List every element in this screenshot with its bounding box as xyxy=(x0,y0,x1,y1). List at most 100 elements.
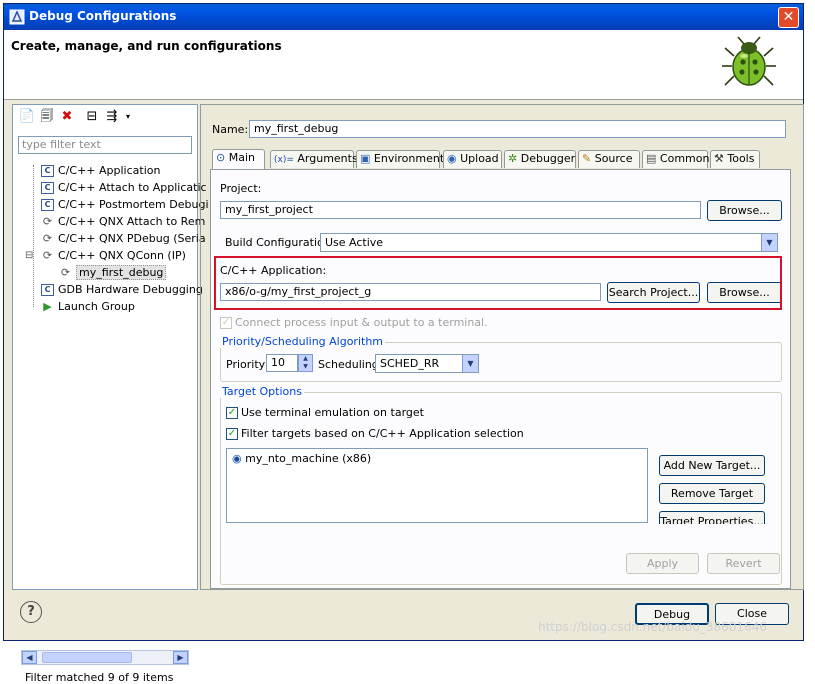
connect-terminal-checkbox: ✓ Connect process input & output to a ter… xyxy=(220,316,488,329)
title-bar: Debug Configurations ✕ xyxy=(4,4,803,30)
main-tab-icon: ⊙ xyxy=(216,151,226,164)
spin-up-icon[interactable]: ▲ xyxy=(299,355,312,363)
tab-common[interactable]: ▤ Common xyxy=(642,150,709,168)
priority-field[interactable]: 10 xyxy=(266,354,298,372)
tab-tools[interactable]: ⚒ Tools xyxy=(710,150,760,168)
c-config-icon: C xyxy=(41,165,54,177)
tree-item-label: C/C++ Attach to Applicatic xyxy=(58,181,207,194)
name-label: Name: xyxy=(212,123,249,136)
tab-label: Environment xyxy=(373,152,445,165)
qnx-config-icon: ⟳ xyxy=(60,266,71,279)
tab-label: Source xyxy=(594,152,633,165)
target-list[interactable]: ◉ my_nto_machine (x86) xyxy=(226,448,648,523)
tree-guide-line xyxy=(33,165,34,307)
tree-item[interactable]: C C/C++ Application xyxy=(41,163,160,179)
delete-config-icon[interactable]: ✖ xyxy=(58,108,76,126)
spin-down-icon[interactable]: ▼ xyxy=(299,363,312,371)
close-window-button[interactable]: ✕ xyxy=(778,7,799,28)
configuration-tree-pane: 📄 🗐 ✖ ⊟ ⇶ ▾ type filter text C C/C++ Appl… xyxy=(12,104,209,684)
tab-debugger[interactable]: ✲ Debugger xyxy=(504,150,576,168)
window-title: Debug Configurations xyxy=(29,9,177,23)
tree-item-label: GDB Hardware Debugging xyxy=(58,283,203,296)
help-icon[interactable]: ? xyxy=(20,601,42,623)
scheduling-value: SCHED_RR xyxy=(380,357,440,370)
checkbox-icon: ✓ xyxy=(220,317,232,329)
priority-spinner[interactable]: ▲ ▼ xyxy=(298,354,313,372)
new-config-icon[interactable]: 📄 xyxy=(18,108,36,126)
build-config-label: Build Configuration xyxy=(225,236,331,249)
target-properties-clip: Target Properties... xyxy=(659,511,765,524)
scroll-left-icon[interactable]: ◀ xyxy=(22,651,37,664)
scheduling-select[interactable]: SCHED_RR ▼ xyxy=(375,354,479,373)
filter-menu-icon[interactable]: ▾ xyxy=(119,108,137,126)
target-item-label: my_nto_machine (x86) xyxy=(245,452,372,465)
watermark: https://blog.csdn.net/baidu_38601646 xyxy=(538,620,767,634)
checkbox-checked-icon: ✓ xyxy=(226,407,238,419)
priority-group-title: Priority/Scheduling Algorithm xyxy=(220,335,386,348)
revert-button[interactable]: Revert xyxy=(707,553,780,574)
filter-input[interactable]: type filter text xyxy=(18,136,192,154)
tab-main[interactable]: ⊙ Main xyxy=(212,149,265,169)
tab-label: Arguments xyxy=(297,152,358,165)
tab-source[interactable]: ✎ Source xyxy=(578,150,640,168)
tree-item-label: C/C++ Application xyxy=(58,164,161,177)
tree-item[interactable]: ⟳ C/C++ QNX PDebug (Seria xyxy=(41,231,206,247)
source-tab-icon: ✎ xyxy=(582,152,592,165)
tree-item[interactable]: C GDB Hardware Debugging xyxy=(41,282,203,298)
tree-item[interactable]: C C/C++ Postmortem Debugi xyxy=(41,197,209,213)
tree-item[interactable]: ▶ Launch Group xyxy=(41,299,135,315)
c-config-icon: C xyxy=(41,284,54,296)
project-label: Project: xyxy=(220,182,262,195)
scheduling-label: Scheduling xyxy=(318,358,379,371)
connect-terminal-label: Connect process input & output to a term… xyxy=(235,316,488,329)
name-field[interactable]: my_first_debug xyxy=(249,120,786,138)
project-field[interactable]: my_first_project xyxy=(220,201,701,219)
header-title: Create, manage, and run configurations xyxy=(11,39,282,53)
arguments-tab-icon: (x)= xyxy=(274,155,294,165)
filter-targets-checkbox[interactable]: ✓ Filter targets based on C/C++ Applicati… xyxy=(226,427,524,440)
qnx-config-icon: ⟳ xyxy=(42,232,53,245)
scrollbar-thumb[interactable] xyxy=(42,652,132,663)
build-config-select[interactable]: Use Active ▼ xyxy=(320,233,778,252)
target-properties-button[interactable]: Target Properties... xyxy=(659,511,765,524)
tree-item-label: C/C++ Postmortem Debugi xyxy=(58,198,209,211)
tab-environment[interactable]: ▣ Environment xyxy=(356,150,444,168)
target-list-item[interactable]: ◉ my_nto_machine (x86) xyxy=(232,452,371,465)
dialog-header: Create, manage, and run configurations xyxy=(4,30,803,100)
tree-item[interactable]: ⟳ my_first_debug xyxy=(59,265,167,281)
add-new-target-button[interactable]: Add New Target... xyxy=(659,455,765,476)
launch-group-icon: ▶ xyxy=(43,300,52,313)
tab-arguments[interactable]: (x)= Arguments xyxy=(270,150,358,168)
environment-tab-icon: ▣ xyxy=(360,152,371,165)
tree-item-label: C/C++ QNX QConn (IP) xyxy=(58,249,186,262)
tools-tab-icon: ⚒ xyxy=(714,152,724,165)
use-terminal-checkbox[interactable]: ✓ Use terminal emulation on target xyxy=(226,406,424,419)
horizontal-scrollbar[interactable]: ◀ ▶ xyxy=(21,650,189,665)
qnx-config-icon: ⟳ xyxy=(42,249,53,262)
upload-tab-icon: ◉ xyxy=(447,152,457,165)
tab-strip: ⊙ Main (x)= Arguments ▣ Environment ◉ Up… xyxy=(212,149,792,170)
apply-button[interactable]: Apply xyxy=(626,553,699,574)
priority-group: Priority/Scheduling Algorithm Priority 1… xyxy=(220,335,782,382)
duplicate-config-icon[interactable]: 🗐 xyxy=(38,108,56,126)
scroll-right-icon[interactable]: ▶ xyxy=(173,651,188,664)
tab-upload[interactable]: ◉ Upload xyxy=(443,150,502,168)
tree-item-label: my_first_debug xyxy=(76,265,167,280)
debug-configurations-window: Debug Configurations ✕ Create, manage, a… xyxy=(3,3,804,684)
tree-item[interactable]: ⊟ ⟳ C/C++ QNX QConn (IP) xyxy=(25,248,186,264)
highlight-box xyxy=(214,256,782,310)
collapse-all-icon[interactable]: ⊟ xyxy=(83,108,101,126)
chevron-down-icon[interactable]: ▼ xyxy=(761,234,777,251)
tab-label: Upload xyxy=(460,152,499,165)
common-tab-icon: ▤ xyxy=(646,152,657,165)
tree-item[interactable]: C C/C++ Attach to Applicatic xyxy=(41,180,207,196)
tree-item[interactable]: ⟳ C/C++ QNX Attach to Rem xyxy=(41,214,205,230)
remove-target-button[interactable]: Remove Target xyxy=(659,483,765,504)
bug-icon xyxy=(722,36,776,86)
chevron-down-icon[interactable]: ▼ xyxy=(462,355,478,372)
c-config-icon: C xyxy=(41,199,54,211)
project-browse-button[interactable]: Browse... xyxy=(707,200,782,221)
filter-status: Filter matched 9 of 9 items xyxy=(25,671,174,684)
tab-label: Debugger xyxy=(520,152,576,165)
target-options-title: Target Options xyxy=(220,385,304,398)
